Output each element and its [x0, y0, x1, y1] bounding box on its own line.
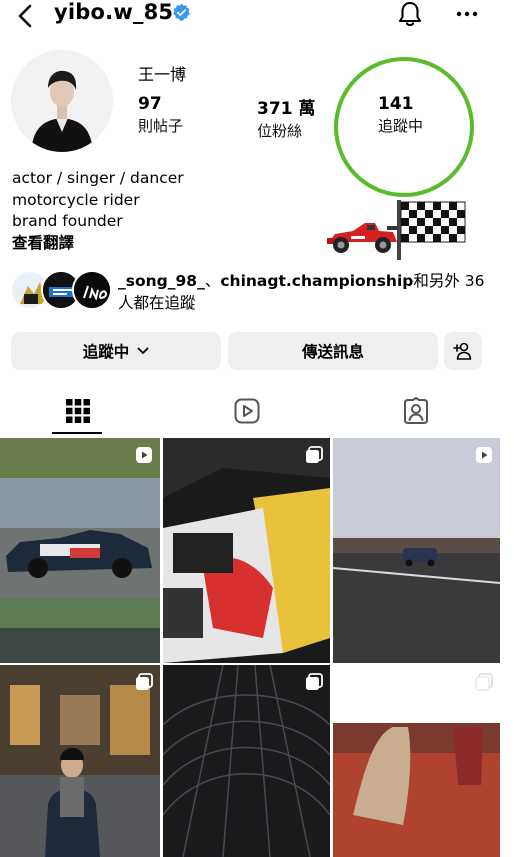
carousel-badge-icon — [475, 673, 493, 691]
tagged-icon[interactable] — [402, 397, 430, 425]
profile-avatar[interactable] — [11, 50, 113, 152]
following-button[interactable]: 追蹤中 — [11, 332, 221, 370]
bell-icon[interactable] — [397, 0, 423, 28]
post-thumbnail[interactable] — [0, 438, 160, 663]
mutual-separator: 、 — [204, 272, 221, 290]
mutual-name: _song_98_ — [118, 272, 205, 290]
reel-badge-icon — [476, 447, 492, 463]
carousel-badge-icon — [306, 446, 323, 463]
bio-line: brand founder — [12, 212, 123, 230]
racecar-flag-emoji — [327, 200, 466, 260]
highlight-circle-annotation — [334, 57, 474, 197]
message-button-label: 傳送訊息 — [301, 343, 364, 361]
top-bar: yibo.w_85 — [0, 0, 515, 34]
more-dots-icon[interactable] — [455, 2, 479, 26]
posts-count[interactable]: 97 則帖子 — [138, 94, 183, 136]
bio: actor / singer / dancer motorcycle rider… — [12, 168, 184, 254]
racecar-icon — [327, 223, 397, 253]
post-thumbnail[interactable] — [333, 438, 500, 663]
posts-number: 97 — [138, 94, 162, 114]
back-chevron-icon[interactable] — [12, 2, 40, 30]
bio-line: actor / singer / dancer — [12, 169, 184, 187]
followers-count[interactable]: 371 萬 位粉絲 — [257, 94, 315, 141]
checkered-flag-icon — [397, 200, 466, 260]
username: yibo.w_85 — [54, 0, 174, 24]
post-thumbnail[interactable] — [0, 665, 160, 857]
mutual-followers-text[interactable]: _song_98_、chinagt.championship和另外 36 人都在… — [118, 270, 503, 314]
post-thumbnail[interactable] — [163, 438, 330, 663]
message-button[interactable]: 傳送訊息 — [228, 332, 438, 370]
see-translation-link[interactable]: 查看翻譯 — [12, 233, 184, 255]
reel-badge-icon — [136, 447, 152, 463]
avatar-photo — [11, 50, 113, 152]
add-user-button[interactable] — [444, 332, 482, 370]
verified-badge-icon — [173, 3, 190, 21]
post-thumbnail[interactable] — [333, 665, 500, 857]
reels-icon[interactable] — [233, 397, 261, 425]
active-tab-indicator — [52, 432, 102, 434]
mutual-name: chinagt.championship — [220, 272, 414, 290]
bio-line: motorcycle rider — [12, 190, 140, 209]
posts-label: 則帖子 — [138, 117, 184, 135]
carousel-badge-icon — [306, 673, 323, 690]
display-name: 王一博 — [138, 65, 187, 84]
carousel-badge-icon — [136, 673, 153, 690]
following-button-label: 追蹤中 — [82, 343, 130, 361]
followers-label: 位粉絲 — [257, 122, 303, 140]
add-user-icon — [453, 342, 472, 360]
mutual-avatar — [72, 270, 112, 310]
grid-icon[interactable] — [64, 397, 92, 425]
mutual-avatars[interactable] — [10, 270, 112, 312]
post-thumbnail[interactable] — [163, 665, 330, 857]
followers-number: 371 萬 — [257, 99, 316, 119]
chevron-down-icon — [137, 347, 149, 354]
